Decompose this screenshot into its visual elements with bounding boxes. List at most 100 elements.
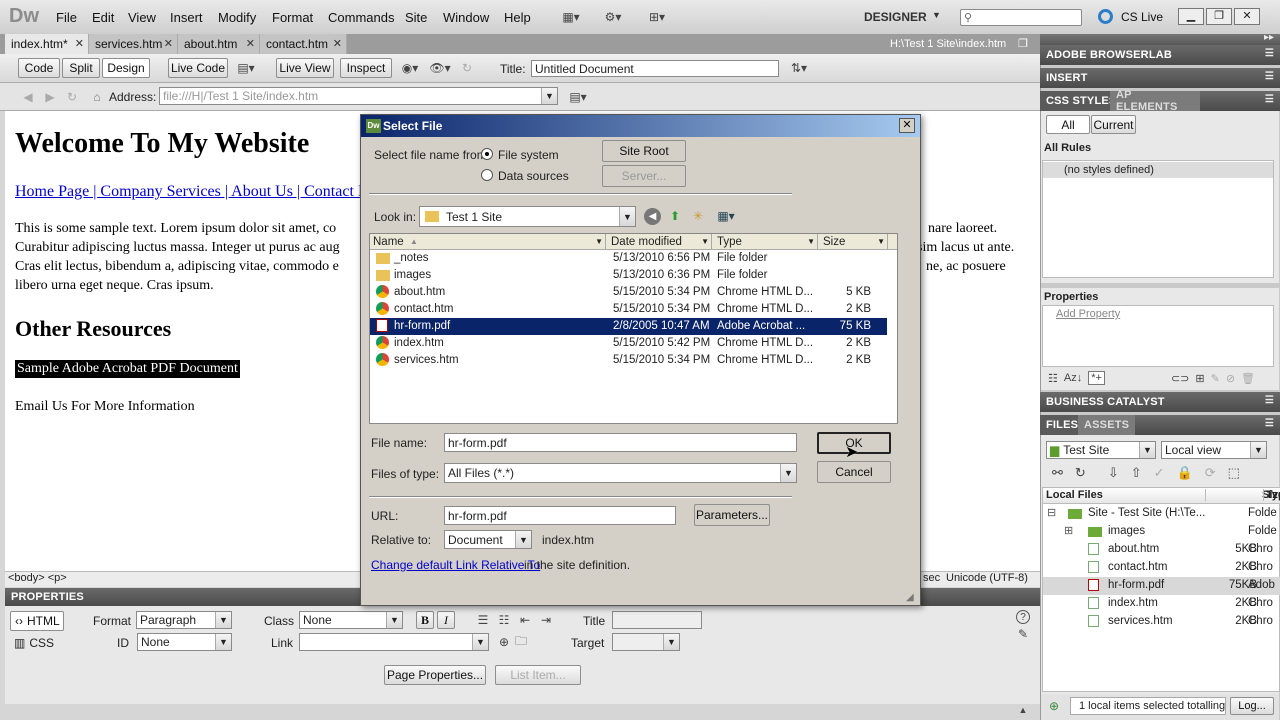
file-row[interactable]: contact.htm 5/15/2010 5:34 PM Chrome HTML … <box>370 301 887 318</box>
menu-insert[interactable]: Insert <box>170 10 203 25</box>
body-text[interactable]: nare laoreet. <box>928 221 997 237</box>
name-column[interactable]: Name ▲ ▼ <box>370 234 606 250</box>
dialog-title-bar[interactable]: Dw Select File ✕ <box>361 115 920 137</box>
delete-rule-icon[interactable]: 🗑 <box>1241 372 1255 385</box>
bold-button[interactable]: B <box>416 611 434 629</box>
tab-contact[interactable]: contact.htm ✕ <box>260 34 347 54</box>
body-text[interactable]: sim lacus ut ante. <box>917 240 1014 256</box>
parameters-button[interactable]: Parameters... <box>694 504 770 526</box>
disable-rule-icon[interactable]: ⊘ <box>1226 372 1235 385</box>
tree-row[interactable]: contact.htm 2KB Chro <box>1043 559 1280 577</box>
tab-assets[interactable]: ASSETS <box>1078 415 1136 435</box>
file-management-icon[interactable]: ▤▾ <box>233 59 259 77</box>
current-mode-button[interactable]: Current <box>1091 115 1136 134</box>
home-icon[interactable]: ⌂ <box>88 89 106 105</box>
unordered-list-icon[interactable]: ☰ <box>474 611 492 629</box>
up-folder-icon[interactable]: ⬆ <box>666 207 684 225</box>
site-tools-icon[interactable]: ⊞▾ <box>642 9 672 25</box>
chevron-down-icon[interactable]: ▼ <box>386 612 402 628</box>
tag-selector[interactable]: <body> <p> <box>8 572 67 584</box>
type-column[interactable]: Type ▼ <box>714 234 818 250</box>
class-select[interactable]: None ▼ <box>299 611 403 629</box>
file-row[interactable]: hr-form.pdf 2/8/2005 10:47 AM Adobe Acroba… <box>370 318 887 335</box>
file-system-label[interactable]: File system <box>498 148 559 162</box>
workspace-switcher[interactable]: DESIGNER <box>864 10 927 24</box>
tree-row[interactable]: ⊞ images Folde <box>1043 523 1280 541</box>
change-relative-link[interactable]: Change default Link Relative To <box>371 558 540 572</box>
relative-to-select[interactable]: Document ▼ <box>444 530 532 549</box>
column-filter-icon[interactable]: ▼ <box>595 234 603 250</box>
ordered-list-icon[interactable]: ☷ <box>495 611 513 629</box>
chevron-down-icon[interactable]: ▼ <box>663 634 679 650</box>
menu-file[interactable]: File <box>56 10 77 25</box>
body-text[interactable]: Cras elit lectus, bibendum a, adipiscing… <box>15 259 339 275</box>
pdf-link-selection[interactable]: Sample Adobe Acrobat PDF Document <box>15 360 240 378</box>
link-title-input[interactable] <box>612 611 702 629</box>
body-text[interactable]: This is some sample text. Lorem ipsum do… <box>15 221 336 237</box>
menu-modify[interactable]: Modify <box>218 10 256 25</box>
target-select[interactable]: ▼ <box>612 633 680 651</box>
inspect-button[interactable]: Inspect <box>340 58 392 78</box>
list-item-button[interactable]: List Item... <box>495 665 581 685</box>
address-input[interactable]: file:///H|/Test 1 Site/index.htm ▼ <box>159 87 558 105</box>
back-icon[interactable]: ◀ <box>20 89 36 105</box>
collapse-panels-icon[interactable]: ▸▸ <box>1264 32 1274 43</box>
cs-live-label[interactable]: CS Live <box>1121 10 1163 24</box>
help-search-input[interactable]: ⚲ <box>960 9 1082 26</box>
file-row[interactable]: about.htm 5/15/2010 5:34 PM Chrome HTML D.… <box>370 284 887 301</box>
link-input[interactable]: ▼ <box>299 633 489 651</box>
put-files-icon[interactable]: ⇧ <box>1131 465 1142 481</box>
url-input[interactable]: hr-form.pdf <box>444 506 676 525</box>
browse-options-icon[interactable]: ▤▾ <box>566 88 590 106</box>
look-in-select[interactable]: Test 1 Site ▼ <box>419 206 636 227</box>
quick-tag-editor-icon[interactable]: ✎ <box>1016 627 1030 641</box>
tree-row[interactable]: ⊟ Site - Test Site (H:\Te... Folde <box>1043 505 1280 523</box>
business-catalyst-panel[interactable]: BUSINESS CATALYST ☰ <box>1040 392 1280 412</box>
file-row[interactable]: images 5/13/2010 6:36 PM File folder <box>370 267 887 284</box>
code-view-button[interactable]: Code <box>18 58 60 78</box>
menu-site[interactable]: Site <box>405 10 427 25</box>
design-view-button[interactable]: Design <box>102 58 150 78</box>
panel-menu-icon[interactable]: ☰ <box>1265 71 1274 82</box>
visual-aids-icon[interactable]: 👁▾ <box>427 59 453 77</box>
collapse-icon[interactable]: ▲ <box>1016 704 1030 716</box>
split-view-button[interactable]: Split <box>62 58 100 78</box>
format-select[interactable]: Paragraph ▼ <box>136 611 232 629</box>
tab-about[interactable]: about.htm ✕ <box>178 34 260 54</box>
menu-window[interactable]: Window <box>443 10 489 25</box>
close-window-button[interactable]: ✕ <box>1234 8 1260 25</box>
edit-rule-icon[interactable]: ✎ <box>1211 372 1220 385</box>
column-filter-icon[interactable]: ▼ <box>807 234 815 250</box>
tree-row[interactable]: index.htm 2KB Chro <box>1043 595 1280 613</box>
tab-services[interactable]: services.htm ✕ <box>89 34 178 54</box>
server-button[interactable]: Server... <box>602 165 686 187</box>
browser-preview-icon[interactable]: ◉▾ <box>398 59 422 77</box>
layout-icon[interactable]: ▦▾ <box>556 9 586 25</box>
alpha-view-icon[interactable]: Az↓ <box>1064 372 1082 384</box>
attach-style-icon[interactable]: ⊂⊃ <box>1171 372 1189 385</box>
data-sources-label[interactable]: Data sources <box>498 169 569 183</box>
cs-live-icon[interactable] <box>1098 9 1113 24</box>
back-nav-icon[interactable]: ◀ <box>644 208 661 225</box>
tree-row[interactable]: about.htm 5KB Chro <box>1043 541 1280 559</box>
chevron-down-icon[interactable]: ▼ <box>619 207 635 226</box>
tree-row[interactable]: hr-form.pdf 75KB Adob <box>1043 577 1280 595</box>
refresh-files-icon[interactable]: ↻ <box>1075 465 1086 481</box>
chevron-down-icon[interactable]: ▼ <box>1139 442 1155 458</box>
category-view-icon[interactable]: ☷ <box>1048 372 1058 385</box>
tab-ap-elements[interactable]: AP ELEMENTS <box>1110 89 1200 113</box>
close-tab-icon[interactable]: ✕ <box>246 37 255 50</box>
browserlab-panel[interactable]: ADOBE BROWSERLAB ☰ <box>1040 45 1280 65</box>
file-row[interactable]: _notes 5/13/2010 6:56 PM File folder <box>370 250 887 267</box>
close-tab-icon[interactable]: ✕ <box>333 37 342 50</box>
live-code-button[interactable]: Live Code <box>168 58 228 78</box>
body-text[interactable]: Curabitur adipiscing luctus massa. Integ… <box>15 240 340 256</box>
view-select[interactable]: Local view ▼ <box>1161 441 1267 459</box>
body-text[interactable]: libero urna eget neque. Cras ipsum. <box>15 278 214 294</box>
new-folder-icon[interactable]: ✳ <box>689 207 707 225</box>
file-type-select[interactable]: All Files (*.*) ▼ <box>444 463 797 483</box>
file-name-input[interactable]: hr-form.pdf <box>444 433 797 452</box>
restore-button[interactable]: ❐ <box>1206 8 1232 25</box>
check-in-icon[interactable]: 🔒 <box>1177 465 1193 481</box>
nav-links[interactable]: Home Page | Company Services | About Us … <box>15 183 385 201</box>
